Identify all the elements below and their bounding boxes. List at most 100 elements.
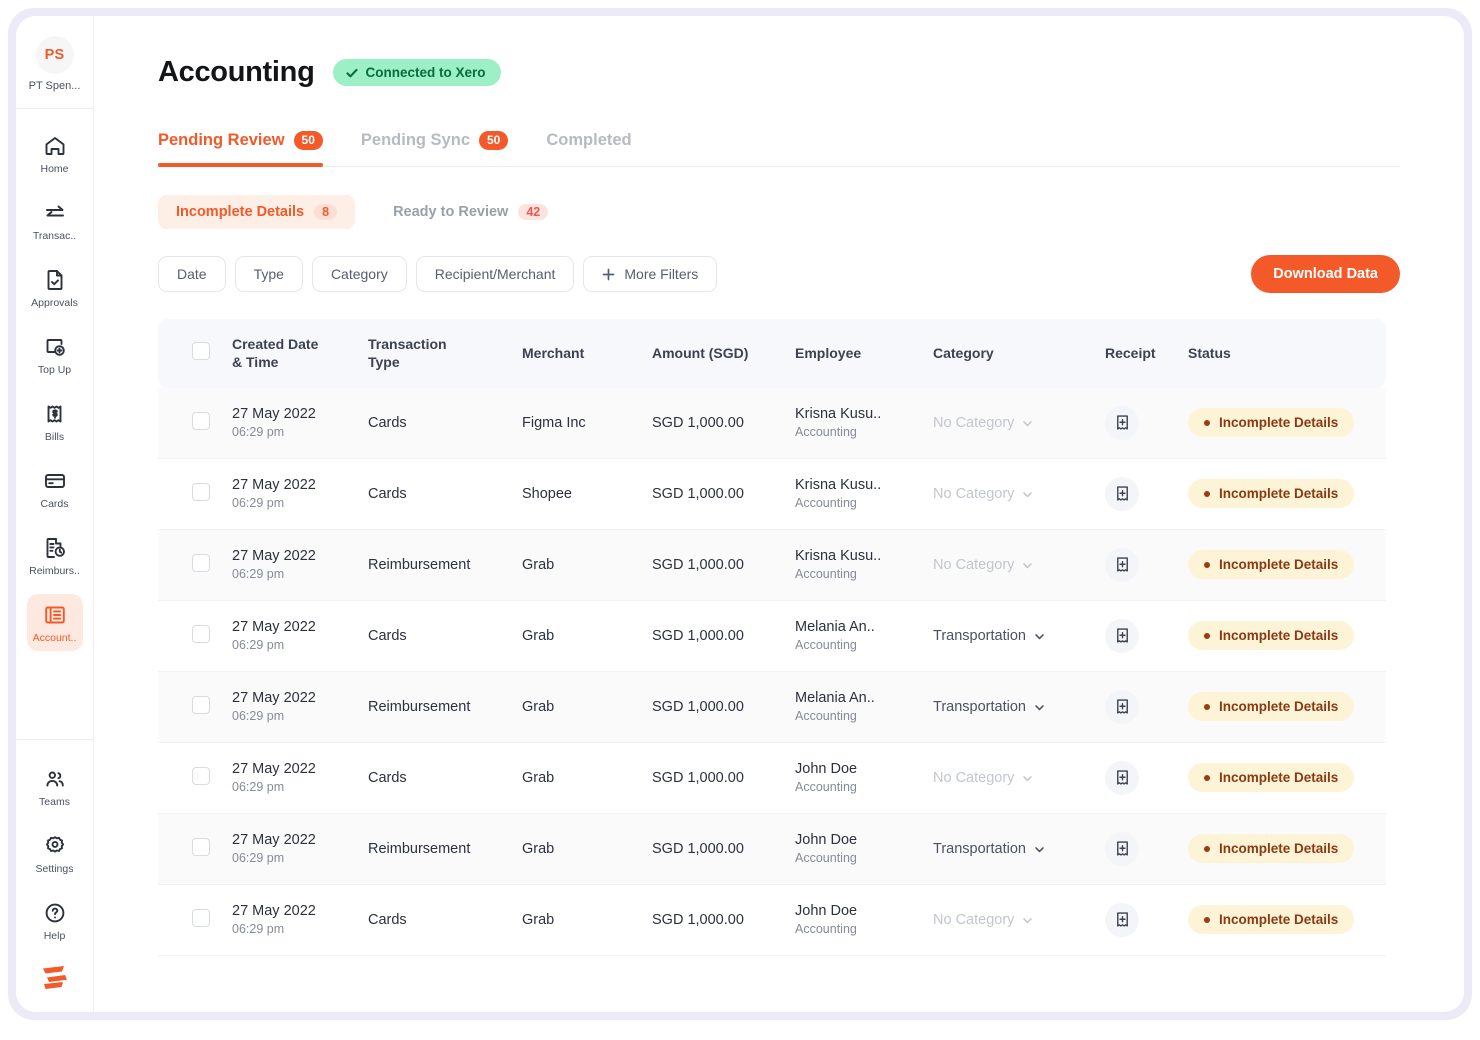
- category-dropdown[interactable]: No Category: [933, 415, 1033, 431]
- cell-status: Incomplete Details: [1188, 671, 1386, 743]
- filter-more-filters[interactable]: More Filters: [583, 256, 718, 292]
- tab-pending-review[interactable]: Pending Review 50: [158, 131, 323, 167]
- spenmo-logo: [39, 963, 71, 998]
- category-dropdown[interactable]: Transportation: [933, 699, 1045, 715]
- sidebar-item-accounting[interactable]: Account..: [26, 594, 83, 651]
- cell-created-date: 27 May 2022 06:29 pm: [232, 813, 368, 885]
- sidebar-item-settings[interactable]: Settings: [27, 825, 83, 882]
- tab-count-badge: 50: [479, 131, 509, 150]
- tab-pending-sync[interactable]: Pending Sync 50: [361, 131, 509, 166]
- sidebar-item-reimbursements[interactable]: Reimburs..: [27, 527, 83, 584]
- select-all-checkbox[interactable]: [192, 342, 210, 361]
- cell-select: [158, 671, 232, 743]
- add-receipt-icon[interactable]: [1105, 618, 1139, 653]
- category-dropdown[interactable]: Transportation: [933, 628, 1045, 644]
- row-checkbox[interactable]: [192, 766, 210, 785]
- row-checkbox[interactable]: [192, 695, 210, 714]
- cell-transaction-type: Cards: [368, 884, 522, 956]
- cell-select: [158, 387, 232, 459]
- cell-employee: Krisna Kusu.. Accounting: [795, 458, 933, 530]
- cell-category: No Category: [933, 529, 1105, 601]
- sidebar-item-topup[interactable]: Top Up: [27, 326, 83, 383]
- status-badge: Incomplete Details: [1188, 692, 1355, 722]
- category-dropdown[interactable]: No Category: [933, 770, 1033, 786]
- status-dot-icon: [1204, 419, 1210, 426]
- category-dropdown[interactable]: Transportation: [933, 841, 1045, 857]
- th-line-1: Transaction: [368, 336, 447, 352]
- row-checkbox[interactable]: [192, 482, 210, 501]
- row-checkbox[interactable]: [192, 624, 210, 643]
- table-row[interactable]: 27 May 2022 06:29 pm Reimbursement Grab SGD …: [158, 671, 1386, 743]
- sidebar-item-bills[interactable]: Bills: [27, 393, 83, 450]
- filter-type[interactable]: Type: [234, 256, 303, 292]
- add-receipt-icon[interactable]: [1105, 476, 1139, 511]
- sidebar-item-label: Bills: [44, 431, 65, 443]
- table-row[interactable]: 27 May 2022 06:29 pm Reimbursement Grab SGD …: [158, 813, 1386, 885]
- table-row[interactable]: 27 May 2022 06:29 pm Cards Grab SGD 1,000.00…: [158, 742, 1386, 814]
- sidebar-item-transactions[interactable]: Transac..: [27, 192, 83, 249]
- th-transaction-type: Transaction Type: [368, 319, 522, 388]
- subtab-incomplete-details[interactable]: Incomplete Details 8: [158, 195, 356, 229]
- filter-recipient-merchant[interactable]: Recipient/Merchant: [415, 256, 575, 292]
- tab-completed[interactable]: Completed: [546, 131, 631, 166]
- download-data-button[interactable]: Download Data: [1251, 255, 1400, 293]
- add-receipt-icon[interactable]: [1105, 831, 1139, 866]
- primary-tabs: Pending Review 50 Pending Sync 50 Comple…: [158, 131, 1400, 167]
- cell-amount: SGD 1,000.00: [652, 387, 795, 459]
- sidebar-item-label: Help: [43, 930, 66, 942]
- chevron-down-icon: [1034, 630, 1045, 641]
- status-dot-icon: [1204, 632, 1210, 639]
- filter-category[interactable]: Category: [311, 256, 407, 292]
- row-checkbox[interactable]: [192, 553, 210, 572]
- sidebar-item-label: Transac..: [32, 230, 77, 242]
- table-row[interactable]: 27 May 2022 06:29 pm Cards Grab SGD 1,000.00…: [158, 600, 1386, 672]
- sidebar-item-approvals[interactable]: Approvals: [27, 259, 83, 316]
- cell-amount: SGD 1,000.00: [652, 458, 795, 530]
- table-row[interactable]: 27 May 2022 06:29 pm Cards Figma Inc SGD 1,0…: [158, 387, 1386, 459]
- filter-date[interactable]: Date: [158, 256, 226, 292]
- add-receipt-icon[interactable]: [1105, 760, 1139, 795]
- row-checkbox[interactable]: [192, 908, 210, 927]
- sidebar-item-teams[interactable]: Teams: [27, 758, 83, 815]
- status-badge: Incomplete Details: [1188, 905, 1355, 935]
- subtab-ready-to-review[interactable]: Ready to Review 42: [375, 195, 566, 229]
- row-employee-dept: Accounting: [795, 638, 857, 653]
- filter-label: Date: [177, 266, 207, 282]
- sidebar-item-cards[interactable]: Cards: [27, 460, 83, 517]
- plus-icon: [602, 268, 615, 281]
- row-checkbox[interactable]: [192, 837, 210, 856]
- add-receipt-icon[interactable]: [1105, 689, 1139, 724]
- cell-merchant: Grab: [522, 600, 652, 672]
- sidebar-item-help[interactable]: Help: [27, 892, 83, 949]
- add-receipt-icon[interactable]: [1105, 547, 1139, 582]
- cell-merchant: Figma Inc: [522, 387, 652, 459]
- row-time: 06:29 pm: [232, 496, 285, 511]
- table-row[interactable]: 27 May 2022 06:29 pm Reimbursement Grab SGD …: [158, 529, 1386, 601]
- table-row[interactable]: 27 May 2022 06:29 pm Cards Shopee SGD 1,000.…: [158, 458, 1386, 530]
- row-date: 27 May 2022: [232, 619, 316, 636]
- category-dropdown[interactable]: No Category: [933, 486, 1033, 502]
- table-row[interactable]: 27 May 2022 06:29 pm Cards Grab SGD 1,000.00…: [158, 884, 1386, 956]
- document-check-icon: [43, 268, 67, 292]
- cell-receipt: [1105, 458, 1188, 530]
- row-employee-dept: Accounting: [795, 922, 857, 937]
- category-dropdown[interactable]: No Category: [933, 557, 1033, 573]
- cell-amount: SGD 1,000.00: [652, 529, 795, 601]
- add-receipt-icon[interactable]: [1105, 902, 1139, 937]
- cell-status: Incomplete Details: [1188, 884, 1386, 956]
- sidebar-item-home[interactable]: Home: [27, 125, 83, 182]
- add-receipt-icon[interactable]: [1105, 405, 1139, 440]
- chevron-down-icon: [1022, 914, 1033, 925]
- row-checkbox[interactable]: [192, 411, 210, 430]
- category-dropdown[interactable]: No Category: [933, 912, 1033, 928]
- org-switcher[interactable]: PS PT Spen...: [16, 16, 93, 109]
- status-label: Incomplete Details: [1219, 628, 1339, 644]
- category-label: No Category: [933, 485, 1015, 502]
- cell-transaction-type: Cards: [368, 600, 522, 672]
- row-employee-dept: Accounting: [795, 567, 857, 582]
- sidebar: PS PT Spen... Home Transac.. Approvals T…: [16, 16, 94, 1012]
- th-amount: Amount (SGD): [652, 319, 795, 388]
- table-header-row: Created Date & Time Transaction Type Mer…: [158, 319, 1386, 388]
- status-dot-icon: [1204, 916, 1210, 923]
- status-label: Incomplete Details: [1219, 770, 1339, 786]
